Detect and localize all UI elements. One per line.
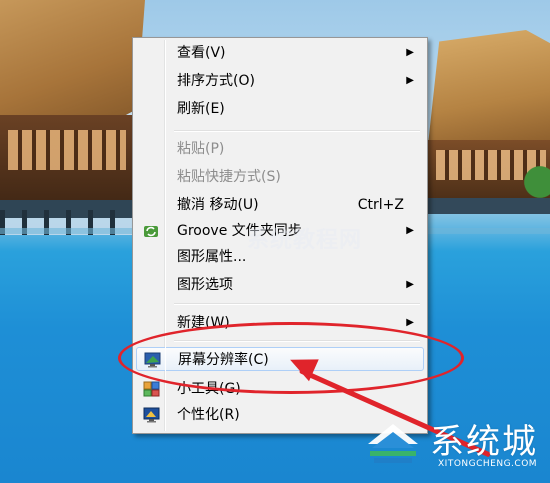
watermark-title: 系统城	[430, 422, 538, 462]
menu-separator	[174, 303, 420, 305]
menu-item-label: 刷新(E)	[177, 101, 225, 117]
personalize-icon	[143, 407, 160, 423]
menu-separator	[174, 130, 420, 132]
menu-item-label: 排序方式(O)	[177, 73, 255, 89]
wallpaper-palm	[520, 160, 550, 215]
menu-item-label: 图形选项	[177, 277, 233, 293]
menu-item-sort-by[interactable]: 排序方式(O) ▶	[136, 69, 424, 93]
menu-item-view[interactable]: 查看(V) ▶	[136, 41, 424, 65]
menu-item-undo-move[interactable]: 撤消 移动(U) Ctrl+Z	[136, 193, 424, 217]
wallpaper-hut-window-left	[8, 130, 126, 170]
submenu-arrow-icon: ▶	[406, 75, 414, 86]
menu-item-label: 粘贴(P)	[177, 141, 225, 157]
menu-item-shortcut: Ctrl+Z	[357, 197, 404, 213]
menu-item-label: 图形属性...	[177, 249, 247, 265]
submenu-arrow-icon: ▶	[406, 279, 414, 290]
submenu-arrow-icon: ▶	[406, 225, 414, 236]
menu-item-refresh[interactable]: 刷新(E)	[136, 97, 424, 121]
gadgets-icon	[143, 381, 160, 397]
menu-item-label: 粘贴快捷方式(S)	[177, 169, 281, 185]
submenu-arrow-icon: ▶	[406, 47, 414, 58]
groove-sync-icon	[143, 223, 160, 239]
menu-item-paste[interactable]: 粘贴(P)	[136, 137, 424, 161]
watermark-subtitle: XITONGCHENG.COM	[438, 459, 538, 469]
wallpaper-hut-roof-right	[428, 30, 550, 145]
menu-item-paste-shortcut[interactable]: 粘贴快捷方式(S)	[136, 165, 424, 189]
menu-item-label: 查看(V)	[177, 45, 226, 61]
menu-item-graphics-options[interactable]: 图形选项 ▶	[136, 273, 424, 297]
menu-item-label: 个性化(R)	[177, 407, 240, 423]
watermark-center-text: 系统教程网	[247, 228, 363, 253]
watermark-logo-icon	[362, 418, 424, 468]
menu-item-label: 撤消 移动(U)	[177, 197, 259, 213]
